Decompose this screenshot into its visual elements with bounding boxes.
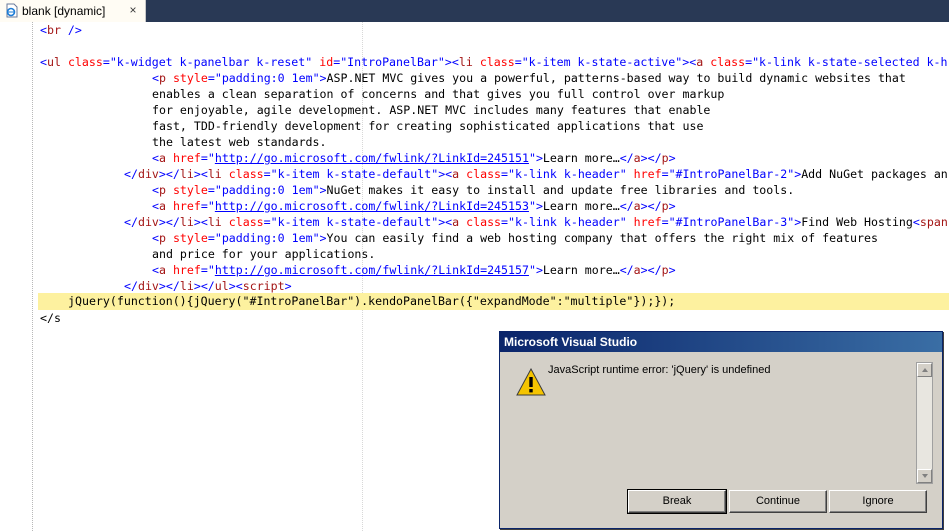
error-dialog: Microsoft Visual Studio JavaScript runti… (499, 331, 943, 529)
break-button[interactable]: Break (627, 489, 727, 514)
dialog-body: JavaScript runtime error: 'jQuery' is un… (504, 356, 936, 486)
warning-icon (516, 368, 546, 396)
continue-button[interactable]: Continue (729, 490, 827, 513)
indent-guide (32, 22, 33, 531)
code-line: <br /> (40, 23, 82, 37)
code-line: <a href="http://go.microsoft.com/fwlink/… (152, 199, 676, 213)
arrow-down-icon (922, 474, 928, 478)
code-line: and price for your applications. (152, 247, 376, 261)
link-url[interactable]: http://go.microsoft.com/fwlink/?LinkId=2… (215, 263, 529, 277)
code-line: </div></li><li class="k-item k-state-def… (124, 167, 948, 181)
code-line: <p style="padding:0 1em">NuGet makes it … (152, 183, 795, 197)
code-line: fast, TDD-friendly development for creat… (152, 119, 704, 133)
link-url[interactable]: http://go.microsoft.com/fwlink/?LinkId=2… (215, 151, 529, 165)
javascript-file-icon (6, 3, 18, 18)
document-tab-strip: blank [dynamic] × (0, 0, 949, 22)
close-icon[interactable]: × (126, 3, 140, 17)
error-message: JavaScript runtime error: 'jQuery' is un… (548, 364, 771, 376)
code-line: <a href="http://go.microsoft.com/fwlink/… (152, 263, 676, 277)
dialog-title-bar[interactable]: Microsoft Visual Studio (500, 332, 942, 352)
tab-label: blank [dynamic] (22, 4, 106, 18)
code-line: <p style="padding:0 1em">ASP.NET MVC giv… (152, 71, 906, 85)
arrow-up-icon (922, 368, 928, 372)
code-line: <a href="http://go.microsoft.com/fwlink/… (152, 151, 676, 165)
link-url[interactable]: http://go.microsoft.com/fwlink/?LinkId=2… (215, 199, 529, 213)
scroll-down-button[interactable] (917, 469, 932, 483)
scroll-up-button[interactable] (917, 363, 932, 377)
code-line: the latest web standards. (152, 135, 327, 149)
tab-blank-dynamic[interactable]: blank [dynamic] × (0, 0, 146, 22)
dialog-title: Microsoft Visual Studio (504, 335, 638, 349)
highlighted-error-line: jQuery(function(){jQuery("#IntroPanelBar… (38, 293, 949, 310)
code-line: for enjoyable, agile development. ASP.NE… (152, 103, 711, 117)
code-line: </div></li><li class="k-item k-state-def… (124, 215, 948, 229)
code-line: </s (40, 311, 61, 325)
message-scrollbar[interactable] (916, 362, 933, 484)
code-line: </div></li></ul><script> (124, 279, 292, 293)
code-line: <ul class="k-widget k-panelbar k-reset" … (40, 55, 948, 69)
code-line: enables a clean separation of concerns a… (152, 87, 725, 101)
code-line: <p style="padding:0 1em">You can easily … (152, 231, 878, 245)
ignore-button[interactable]: Ignore (829, 490, 927, 513)
